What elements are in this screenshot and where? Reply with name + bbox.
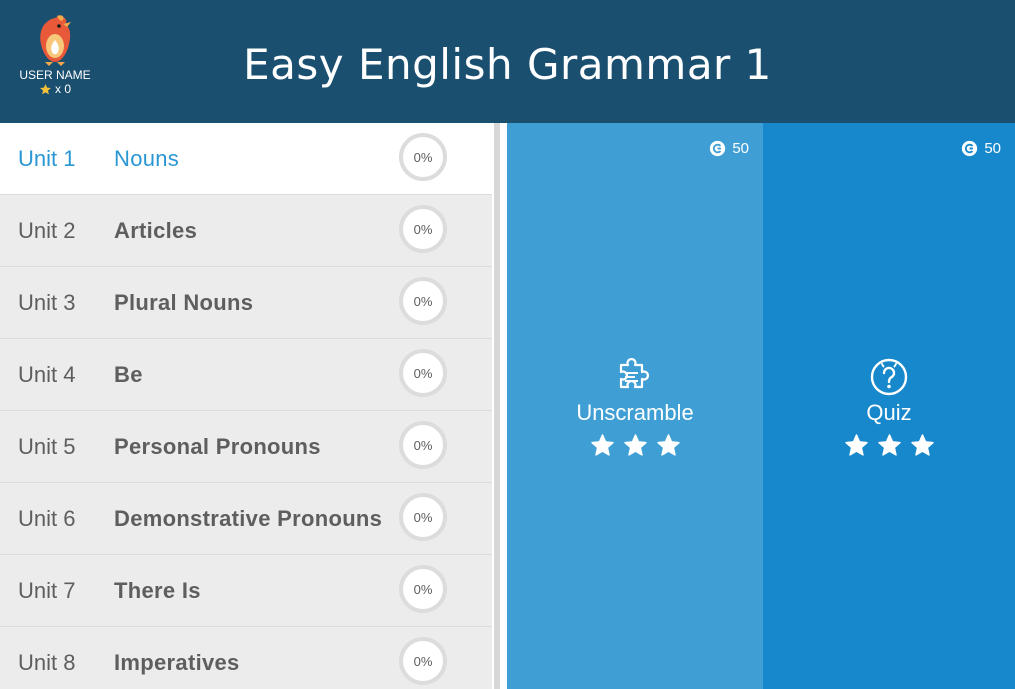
progress-percent: 0%: [413, 581, 433, 597]
unit-row-6[interactable]: Unit 6 Demonstrative Pronouns 0%: [0, 483, 492, 555]
unit-number: Unit 4: [18, 362, 76, 387]
question-bulb-icon: [870, 358, 908, 396]
unit-number: Unit 5: [18, 434, 76, 459]
unit-row-2[interactable]: Unit 2 Articles 0%: [0, 195, 492, 267]
unit-number: Unit 3: [18, 290, 76, 315]
unit-title: Demonstrative Pronouns: [114, 506, 383, 531]
unit-title: Nouns: [114, 146, 180, 171]
star-icon: [910, 434, 934, 456]
unit-title: Imperatives: [114, 650, 240, 675]
points-value: 50: [732, 140, 749, 157]
progress-percent: 0%: [413, 293, 433, 309]
progress-ring: 0%: [399, 493, 447, 541]
star-icon: [844, 434, 868, 456]
unscramble-activity-tile[interactable]: 50 Unscramble: [507, 123, 763, 689]
rating-stars: [763, 433, 1015, 458]
star-icon: [656, 434, 680, 456]
unit-row-8[interactable]: Unit 8 Imperatives 0%: [0, 627, 492, 689]
activity-label: Quiz: [866, 400, 912, 425]
progress-ring: 0%: [399, 421, 447, 469]
progress-percent: 0%: [413, 653, 433, 669]
unit-number: Unit 2: [18, 218, 76, 243]
points-badge: 50: [709, 140, 749, 157]
points-badge: 50: [961, 140, 1001, 157]
unit-number: Unit 7: [18, 578, 76, 603]
unit-row-5[interactable]: Unit 5 Personal Pronouns 0%: [0, 411, 492, 483]
progress-percent: 0%: [413, 221, 433, 237]
progress-ring: 0%: [399, 133, 447, 181]
progress-percent: 0%: [413, 509, 433, 525]
unit-title: Personal Pronouns: [114, 434, 321, 459]
activity-content: Unscramble: [507, 355, 763, 458]
unit-row-1[interactable]: Unit 1 Nouns 0%: [0, 123, 492, 195]
unit-number: Unit 6: [18, 506, 76, 531]
progress-ring: 0%: [399, 349, 447, 397]
quiz-activity-tile[interactable]: 50 Quiz: [763, 123, 1015, 689]
app-header: USER NAME x 0 Easy English Grammar 1: [0, 0, 1015, 123]
unit-list-scrollbar[interactable]: [492, 123, 507, 689]
unit-title: Articles: [114, 218, 198, 243]
app-title: Easy English Grammar 1: [243, 40, 772, 89]
unit-row-3[interactable]: Unit 3 Plural Nouns 0%: [0, 267, 492, 339]
progress-ring: 0%: [399, 565, 447, 613]
star-icon: [877, 434, 901, 456]
star-icon: [623, 434, 647, 456]
unit-title: There Is: [114, 578, 201, 603]
coin-icon: [710, 140, 726, 157]
unit-number: Unit 8: [18, 650, 76, 675]
activity-label: Unscramble: [576, 400, 694, 425]
activity-content: Quiz: [763, 355, 1015, 458]
unit-row-7[interactable]: Unit 7 There Is 0%: [0, 555, 492, 627]
coin-icon: [962, 140, 978, 157]
unit-title: Plural Nouns: [114, 290, 254, 315]
progress-ring: 0%: [399, 637, 447, 685]
points-value: 50: [984, 140, 1001, 157]
rating-stars: [507, 433, 763, 458]
star-icon: [590, 434, 614, 456]
unit-list: Unit 1 Nouns 0% Unit 2 Articles 0% Unit …: [0, 123, 492, 689]
progress-percent: 0%: [413, 437, 433, 453]
unit-number: Unit 1: [18, 146, 76, 171]
progress-percent: 0%: [413, 365, 433, 381]
progress-ring: 0%: [399, 277, 447, 325]
unit-title: Be: [114, 362, 143, 387]
progress-ring: 0%: [399, 205, 447, 253]
puzzle-icon: [619, 357, 650, 389]
scrollbar-thumb[interactable]: [494, 123, 500, 689]
progress-percent: 0%: [413, 149, 433, 165]
unit-row-4[interactable]: Unit 4 Be 0%: [0, 339, 492, 411]
